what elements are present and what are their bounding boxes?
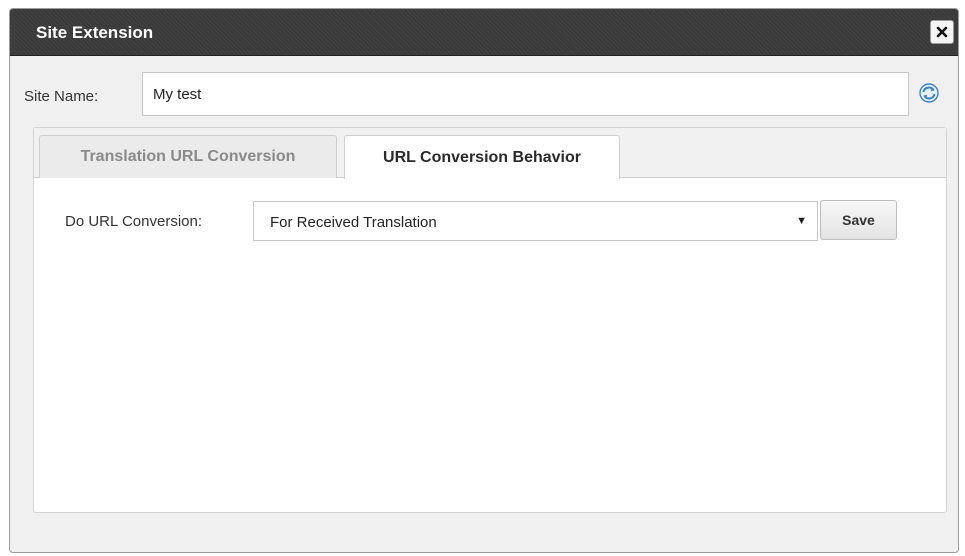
- url-conversion-selected-value: For Received Translation: [270, 214, 437, 231]
- tab-strip: Translation URL Conversion URL Conversio…: [34, 128, 946, 179]
- site-name-input[interactable]: [142, 72, 909, 116]
- close-button[interactable]: [930, 20, 954, 44]
- url-conversion-select[interactable]: For Received Translation ▼: [253, 201, 818, 241]
- do-url-conversion-label: Do URL Conversion:: [65, 213, 202, 230]
- close-icon: [936, 26, 948, 38]
- dropdown-arrow-icon: ▼: [796, 215, 807, 227]
- dialog-titlebar[interactable]: Site Extension: [10, 9, 958, 56]
- site-extension-dialog: Site Extension Site Name: Translation UR…: [9, 8, 959, 553]
- tab-url-conversion-behavior[interactable]: URL Conversion Behavior: [344, 135, 620, 179]
- site-name-label: Site Name:: [24, 88, 99, 105]
- dialog-title: Site Extension: [36, 23, 154, 42]
- save-button[interactable]: Save: [820, 200, 897, 240]
- refresh-icon[interactable]: [918, 82, 940, 104]
- tab-panel: Translation URL Conversion URL Conversio…: [33, 127, 947, 513]
- tab-translation-url-conversion[interactable]: Translation URL Conversion: [39, 135, 337, 178]
